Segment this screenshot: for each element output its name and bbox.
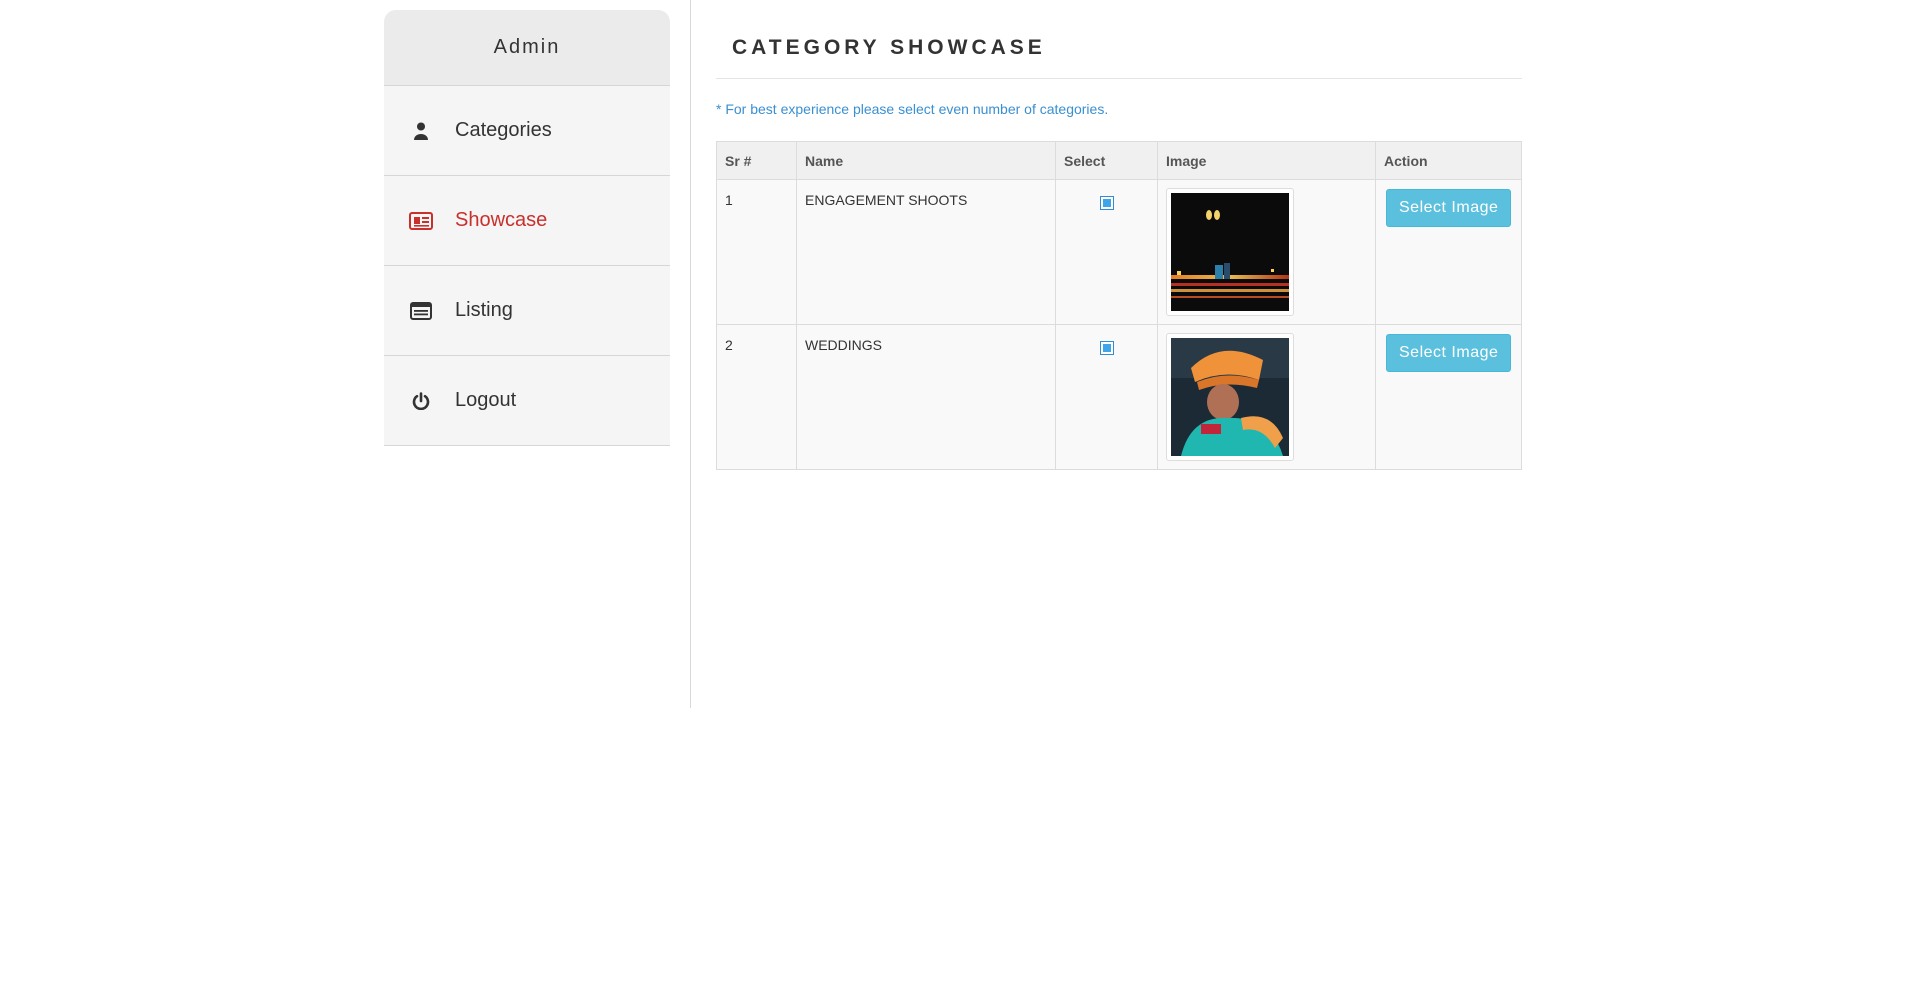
sidebar-item-label: Listing: [455, 299, 513, 321]
info-note: * For best experience please select even…: [716, 101, 1109, 117]
category-thumbnail: [1166, 333, 1294, 461]
category-thumbnail: [1166, 188, 1294, 316]
cell-sr: 2: [716, 324, 797, 470]
newspaper-icon: [409, 209, 433, 233]
cell-action: Select Image: [1375, 179, 1522, 325]
user-icon: [409, 119, 433, 143]
table-header-row: Sr # Name Select Image Action: [716, 141, 1522, 180]
sidebar-item-label: Categories: [455, 119, 552, 141]
sidebar-title: Admin: [384, 10, 670, 86]
table-row: 2 WEDDINGS Select Image: [716, 324, 1522, 470]
cell-sr: 1: [716, 179, 797, 325]
select-image-button[interactable]: Select Image: [1386, 189, 1512, 227]
page: Admin Categories Showcase Listing Logout: [0, 0, 1920, 1005]
table-row: 1 ENGAGEMENT SHOOTS Select Image: [716, 179, 1522, 325]
column-header-action: Action: [1375, 141, 1522, 180]
column-header-select: Select: [1055, 141, 1158, 180]
select-checkbox[interactable]: [1099, 341, 1114, 355]
select-image-button[interactable]: Select Image: [1386, 334, 1512, 372]
column-header-image: Image: [1157, 141, 1376, 180]
sidebar: Admin Categories Showcase Listing Logout: [384, 10, 670, 446]
cell-action: Select Image: [1375, 324, 1522, 470]
showcase-table: Sr # Name Select Image Action 1 ENGAGEME…: [716, 141, 1522, 470]
column-header-name: Name: [796, 141, 1056, 180]
main-content: CATEGORY SHOWCASE * For best experience …: [716, 0, 1522, 470]
column-header-sr: Sr #: [716, 141, 797, 180]
sidebar-item-showcase[interactable]: Showcase: [384, 176, 670, 266]
sidebar-item-listing[interactable]: Listing: [384, 266, 670, 356]
sidebar-item-label: Showcase: [455, 209, 548, 231]
cell-select: [1055, 179, 1158, 325]
page-title: CATEGORY SHOWCASE: [732, 36, 1046, 59]
sidebar-item-label: Logout: [455, 389, 517, 411]
cell-name: WEDDINGS: [796, 324, 1056, 470]
title-divider: [716, 78, 1522, 79]
vertical-divider: [690, 0, 691, 708]
cell-select: [1055, 324, 1158, 470]
power-icon: [409, 389, 433, 413]
list-icon: [409, 299, 433, 323]
cell-name: ENGAGEMENT SHOOTS: [796, 179, 1056, 325]
cell-image: [1157, 324, 1376, 470]
select-checkbox[interactable]: [1099, 196, 1114, 210]
sidebar-item-categories[interactable]: Categories: [384, 86, 670, 176]
sidebar-item-logout[interactable]: Logout: [384, 356, 670, 446]
cell-image: [1157, 179, 1376, 325]
